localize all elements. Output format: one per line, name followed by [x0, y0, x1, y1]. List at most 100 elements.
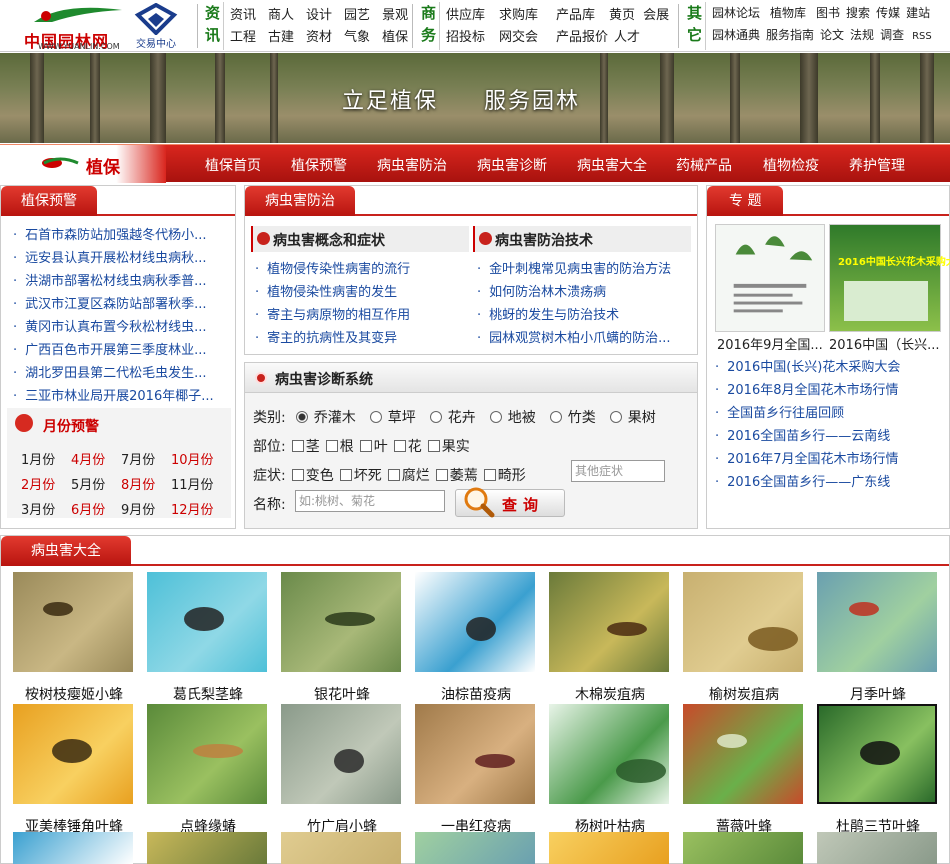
query-button[interactable]: 查询 — [455, 487, 565, 518]
list-item[interactable]: · 如何防治林木溃疡病 — [477, 281, 697, 304]
type-radio[interactable] — [609, 411, 622, 423]
pest-photo[interactable] — [817, 704, 937, 804]
list-item[interactable]: · 远安县认真开展松材线虫病秋... — [13, 247, 227, 270]
pest-photo[interactable] — [415, 704, 535, 804]
symptom-checkbox[interactable] — [339, 469, 352, 481]
topic-tab[interactable]: 专 题 — [707, 186, 784, 216]
nav-link[interactable]: 调查 — [880, 28, 904, 42]
list-item[interactable]: · 洪湖市部署松材线虫病秋季普... — [13, 270, 227, 293]
symptom-checkbox[interactable] — [483, 469, 496, 481]
month-link[interactable]: 8月份 — [121, 473, 171, 498]
nav-link[interactable]: 园林论坛 — [712, 6, 760, 20]
pest-photo-partial[interactable] — [415, 832, 535, 864]
nav-link[interactable]: 论文 — [820, 28, 844, 42]
list-item[interactable]: · 桃蚜的发生与防治技术 — [477, 304, 697, 327]
type-radio[interactable] — [429, 411, 442, 423]
part-checkbox[interactable] — [359, 440, 372, 452]
nav-link[interactable]: 服务指南 — [766, 28, 814, 42]
control-tab[interactable]: 病虫害防治 — [245, 186, 355, 216]
pest-photo[interactable] — [817, 572, 937, 672]
type-radio[interactable] — [295, 411, 308, 423]
part-checkbox[interactable] — [427, 440, 440, 452]
part-checkbox[interactable] — [291, 440, 304, 452]
month-link[interactable]: 11月份 — [171, 473, 221, 498]
nav-link[interactable]: 建站 — [906, 6, 930, 20]
list-item[interactable]: · 广西百色市开展第三季度林业... — [13, 339, 227, 362]
pest-photo[interactable] — [683, 704, 803, 804]
pest-photo-partial[interactable] — [817, 832, 937, 864]
pest-name[interactable]: 银花叶蜂 — [281, 684, 403, 704]
pest-photo-partial[interactable] — [147, 832, 267, 864]
month-link[interactable]: 5月份 — [71, 473, 121, 498]
nav-link[interactable]: 图书 — [816, 6, 840, 20]
type-radio[interactable] — [549, 411, 562, 423]
nav-link[interactable]: 资讯 — [230, 8, 256, 23]
type-radio[interactable] — [369, 411, 382, 423]
month-link[interactable]: 6月份 — [71, 498, 121, 523]
topic-thumbnail-market[interactable] — [715, 224, 825, 332]
nav-link[interactable]: 会展 — [643, 8, 669, 23]
symptom-checkbox[interactable] — [291, 469, 304, 481]
pest-name[interactable]: 木棉炭疽病 — [549, 684, 671, 704]
nav-link[interactable]: 气象 — [344, 30, 370, 45]
pest-photo[interactable] — [13, 572, 133, 672]
nav-maintenance[interactable]: 养护管理 — [849, 155, 905, 175]
plant-protection-logo[interactable]: 植保 — [0, 145, 166, 183]
warning-tab[interactable]: 植保预警 — [1, 186, 97, 216]
pest-name[interactable]: 葛氏梨茎蜂 — [147, 684, 269, 704]
nav-link[interactable]: 人才 — [614, 30, 640, 45]
part-checkbox[interactable] — [393, 440, 406, 452]
pest-name[interactable]: 榆树炭疽病 — [683, 684, 805, 704]
part-checkbox[interactable] — [325, 440, 338, 452]
nav-encyclopedia[interactable]: 病虫害大全 — [577, 155, 647, 175]
nav-link[interactable]: 植物库 — [770, 6, 806, 20]
nav-link[interactable]: 设计 — [306, 8, 332, 23]
list-item[interactable]: · 园林观赏树木柏小爪螨的防治... — [477, 327, 697, 350]
type-radio[interactable] — [489, 411, 502, 423]
nav-link[interactable]: 产品报价 — [556, 30, 608, 45]
nav-link[interactable]: 园林通典 — [712, 28, 760, 42]
topic-thumbnail-fair[interactable]: 2016中国长兴花木采购大会 — [829, 224, 950, 332]
nav-control[interactable]: 病虫害防治 — [377, 155, 447, 175]
symptom-checkbox[interactable] — [435, 469, 448, 481]
pest-photo[interactable] — [147, 704, 267, 804]
topic-caption[interactable]: 2016年9月全国... — [717, 334, 829, 353]
pest-photo[interactable] — [281, 704, 401, 804]
list-item[interactable]: · 2016年8月全国花木市场行情 — [715, 379, 947, 402]
list-item[interactable]: · 湖北罗田县第二代松毛虫发生... — [13, 362, 227, 385]
pest-photo[interactable] — [13, 704, 133, 804]
nav-link[interactable]: 招投标 — [446, 30, 485, 45]
list-item[interactable]: · 石首市森防站加强越冬代杨小... — [13, 224, 227, 247]
month-link[interactable]: 4月份 — [71, 448, 121, 473]
nav-products[interactable]: 药械产品 — [676, 155, 732, 175]
pest-photo[interactable] — [549, 572, 669, 672]
pest-name[interactable]: 油棕苗疫病 — [415, 684, 537, 704]
list-item[interactable]: · 植物侵染性病害的发生 — [255, 281, 475, 304]
concepts-header[interactable]: 病虫害概念和症状 — [251, 226, 469, 252]
nav-link[interactable]: 供应库 — [446, 8, 485, 23]
nav-link[interactable]: 传媒 — [876, 6, 900, 20]
pest-name[interactable]: 桉树枝瘿姬小蜂 — [13, 684, 135, 704]
month-link[interactable]: 2月份 — [21, 473, 71, 498]
list-item[interactable]: · 寄主与病原物的相互作用 — [255, 304, 475, 327]
month-link[interactable]: 1月份 — [21, 448, 71, 473]
symptom-checkbox[interactable] — [387, 469, 400, 481]
month-link[interactable]: 12月份 — [171, 498, 221, 523]
list-item[interactable]: · 植物侵传染性病害的流行 — [255, 258, 475, 281]
list-item[interactable]: · 2016全国苗乡行——广东线 — [715, 471, 947, 494]
nav-warning[interactable]: 植保预警 — [291, 155, 347, 175]
nav-link[interactable]: 工程 — [230, 30, 256, 45]
nav-link[interactable]: 法规 — [850, 28, 874, 42]
pest-name[interactable]: 月季叶蜂 — [817, 684, 939, 704]
nav-link[interactable]: 求购库 — [499, 8, 538, 23]
nav-link[interactable]: 搜索 — [846, 6, 870, 20]
list-item[interactable]: · 2016中国(长兴)花木采购大会 — [715, 356, 947, 379]
pest-photo[interactable] — [683, 572, 803, 672]
list-item[interactable]: · 全国苗乡行往届回顾 — [715, 402, 947, 425]
nav-link[interactable]: 景观 — [382, 8, 408, 23]
plant-name-input[interactable]: 如:桃树、菊花 — [295, 490, 445, 512]
pest-photo-partial[interactable] — [13, 832, 133, 864]
trade-center-emblem[interactable]: 交易中心 — [132, 3, 180, 50]
nav-quarantine[interactable]: 植物检疫 — [763, 155, 819, 175]
list-item[interactable]: · 武汉市江夏区森防站部署秋季... — [13, 293, 227, 316]
